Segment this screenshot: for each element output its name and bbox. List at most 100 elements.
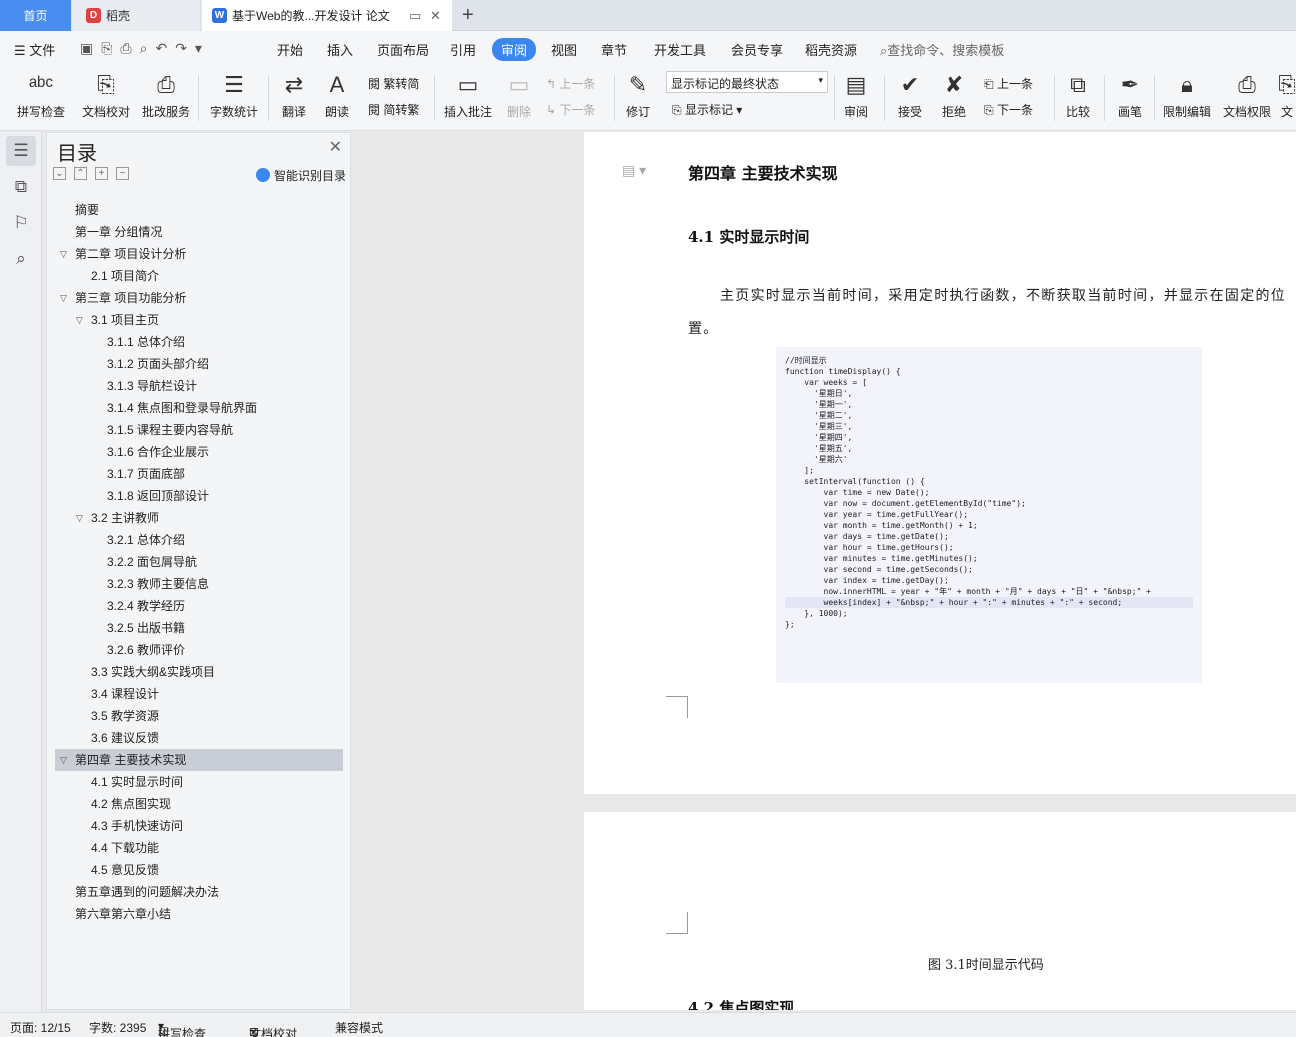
- tab-home[interactable]: 首页: [0, 0, 71, 31]
- track-changes-button[interactable]: ✎ 修订: [620, 71, 656, 120]
- toc-item[interactable]: 3.5 教学资源: [55, 705, 343, 727]
- menu-member[interactable]: 会员专享: [731, 40, 783, 59]
- toc-item[interactable]: 3.2.4 教学经历: [55, 595, 343, 617]
- page-indicator[interactable]: 页面: 12/15: [10, 1019, 71, 1036]
- collapse-up-icon[interactable]: ⌃: [74, 167, 87, 180]
- toc-item[interactable]: ▽ 第三章 项目功能分析: [55, 287, 343, 309]
- menu-review[interactable]: 审阅: [492, 38, 537, 61]
- tab-document[interactable]: W 基于Web的教...开发设计 论文 ▭ ✕: [202, 0, 452, 31]
- toc-item[interactable]: 3.1.6 合作企业展示: [55, 441, 343, 463]
- toc-item[interactable]: 4.1 实时显示时间: [55, 771, 343, 793]
- translate-button[interactable]: ⇄ 翻译: [276, 71, 312, 120]
- menu-chapter[interactable]: 章节: [601, 40, 627, 59]
- tab-daoke[interactable]: D 稻壳: [72, 0, 200, 31]
- close-icon[interactable]: ✕: [329, 137, 342, 157]
- read-aloud-button[interactable]: A 朗读: [320, 71, 354, 120]
- more-ribbon-button[interactable]: ⎘ 文: [1278, 71, 1296, 120]
- trad-to-simp-button[interactable]: 閱 繁转简: [368, 75, 419, 92]
- toc-item[interactable]: 3.2.5 出版书籍: [55, 617, 343, 639]
- toc-item[interactable]: 3.2.6 教师评价: [55, 639, 343, 661]
- spell-check-button[interactable]: ᵃᵇᶜ 拼写检查: [10, 71, 72, 120]
- toc-item[interactable]: 第六章第六章小结: [55, 903, 343, 925]
- accept-button[interactable]: ✔ 接受: [892, 71, 928, 120]
- collapse-down-icon[interactable]: ⌄: [53, 167, 66, 180]
- toc-item[interactable]: ▽ 第二章 项目设计分析: [55, 243, 343, 265]
- toc-item[interactable]: 3.1.3 导航栏设计: [55, 375, 343, 397]
- pen-icon: ✒: [1120, 72, 1140, 97]
- simp-to-trad-button[interactable]: 閱 简转繁: [368, 101, 419, 118]
- toc-item[interactable]: 3.2.1 总体介绍: [55, 529, 343, 551]
- chevron-down-icon[interactable]: ▽: [60, 749, 67, 771]
- toc-item[interactable]: ▽ 3.2 主讲教师: [55, 507, 343, 529]
- expand-plus-icon[interactable]: +: [95, 167, 108, 180]
- prev-change-button[interactable]: ⎗ 上一条: [984, 75, 1033, 92]
- reject-button[interactable]: ✘ 拒绝: [936, 71, 972, 120]
- next-change-button[interactable]: ⎘ 下一条: [984, 101, 1033, 118]
- command-search[interactable]: ⌕查找命令、搜索模板: [880, 40, 1004, 59]
- toc-item[interactable]: 3.6 建议反馈: [55, 727, 343, 749]
- markup-display-select[interactable]: 显示标记的最终状态 ▾: [666, 71, 828, 93]
- quick-access-icons[interactable]: ▣⎘⎙⌕↶↷▾: [80, 40, 210, 57]
- toc-item[interactable]: 4.3 手机快速访问: [55, 815, 343, 837]
- toc-item[interactable]: 3.2.2 面包屑导航: [55, 551, 343, 573]
- toc-item[interactable]: 第一章 分组情况: [55, 221, 343, 243]
- toc-item[interactable]: 3.1.5 课程主要内容导航: [55, 419, 343, 441]
- document-canvas[interactable]: ▤ ▾ 第四章 主要技术实现 4.1 实时显示时间 主页实时显示当前时间，采用定…: [356, 132, 1296, 1010]
- toc-item-label: 3.1.7 页面底部: [107, 467, 186, 481]
- toc-item[interactable]: 3.1.1 总体介绍: [55, 331, 343, 353]
- batch-service-button[interactable]: ⎙ 批改服务: [140, 71, 192, 120]
- toc-item[interactable]: 3.2.3 教师主要信息: [55, 573, 343, 595]
- restrict-editing-button[interactable]: 🔒︎ 限制编辑: [1160, 71, 1214, 120]
- menu-layout[interactable]: 页面布局: [377, 40, 429, 59]
- toc-item[interactable]: 3.1.8 返回顶部设计: [55, 485, 343, 507]
- close-tab-icon[interactable]: ✕: [430, 8, 441, 24]
- show-markup-button[interactable]: ⎘ 显示标记 ▾: [672, 101, 742, 118]
- toc-item[interactable]: 3.3 实践大纲&实践项目: [55, 661, 343, 683]
- menu-devtools[interactable]: 开发工具: [654, 40, 706, 59]
- toc-panel-icon[interactable]: ☰: [6, 136, 36, 166]
- toc-item[interactable]: ▽ 第四章 主要技术实现: [55, 749, 343, 771]
- new-tab-icon[interactable]: +: [462, 4, 474, 27]
- toc-item[interactable]: 2.1 项目简介: [55, 265, 343, 287]
- search-icon[interactable]: ⌕: [6, 244, 36, 274]
- toc-item[interactable]: 3.1.4 焦点图和登录导航界面: [55, 397, 343, 419]
- toc-item[interactable]: 4.5 意见反馈: [55, 859, 343, 881]
- chevron-down-icon[interactable]: ▽: [76, 309, 83, 331]
- toc-item[interactable]: 3.1.2 页面头部介绍: [55, 353, 343, 375]
- toc-item[interactable]: 3.1.7 页面底部: [55, 463, 343, 485]
- next-comment-button[interactable]: ↳ 下一条: [546, 101, 595, 118]
- proofread-button[interactable]: ⎘ 文档校对: [80, 71, 132, 120]
- insert-comment-button[interactable]: ▭ 插入批注: [442, 71, 494, 120]
- review-pane-button[interactable]: ▤ 审阅: [838, 71, 874, 120]
- pin-icon[interactable]: ▭: [409, 8, 421, 24]
- word-count-indicator[interactable]: 字数: 2395: [89, 1019, 146, 1036]
- toc-item[interactable]: 4.2 焦点图实现: [55, 793, 343, 815]
- collapse-minus-icon[interactable]: −: [116, 167, 129, 180]
- menu-start[interactable]: 开始: [277, 40, 303, 59]
- document-permission-button[interactable]: ⎙ 文档权限: [1220, 71, 1274, 120]
- menu-daoke-resources[interactable]: 稻壳资源: [805, 40, 857, 59]
- menu-view[interactable]: 视图: [551, 40, 577, 59]
- toc-item[interactable]: 第五章遇到的问题解决办法: [55, 881, 343, 903]
- chapter-nav-icon[interactable]: ⧉: [6, 172, 36, 202]
- spell-check-status[interactable]: ☑ 拼写检查 ▾: [158, 1019, 206, 1037]
- document-icon[interactable]: ▤ ▾: [622, 162, 646, 179]
- menu-insert[interactable]: 插入: [327, 40, 353, 59]
- chevron-down-icon[interactable]: ▽: [60, 287, 67, 309]
- bookmark-icon[interactable]: ⚐: [6, 208, 36, 238]
- toc-item[interactable]: ▽ 3.1 项目主页: [55, 309, 343, 331]
- toc-item[interactable]: 4.4 下载功能: [55, 837, 343, 859]
- toc-item-label: 4.4 下载功能: [91, 841, 160, 855]
- chevron-down-icon[interactable]: ▽: [76, 507, 83, 529]
- smart-toc-button[interactable]: 智能识别目录: [255, 167, 346, 184]
- toc-item[interactable]: 摘要: [55, 199, 343, 221]
- delete-comment-button[interactable]: ▭ 删除: [500, 71, 538, 120]
- menu-reference[interactable]: 引用: [450, 40, 476, 59]
- pen-button[interactable]: ✒ 画笔: [1112, 71, 1148, 120]
- prev-comment-button[interactable]: ↰ 上一条: [546, 75, 595, 92]
- toc-item[interactable]: 3.4 课程设计: [55, 683, 343, 705]
- file-menu[interactable]: ☰ 文件: [14, 40, 55, 59]
- compare-button[interactable]: ⧉ 比较: [1060, 71, 1096, 120]
- word-count-button[interactable]: ☰ 字数统计: [208, 71, 260, 120]
- chevron-down-icon[interactable]: ▽: [60, 243, 67, 265]
